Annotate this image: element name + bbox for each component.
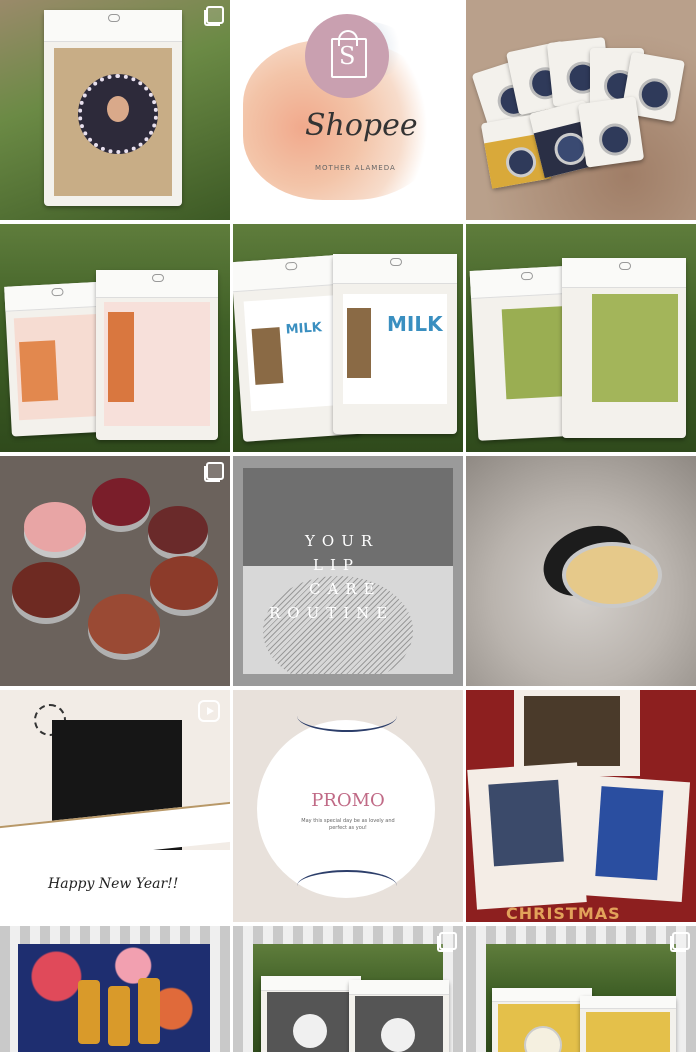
milk-label: MILK (285, 320, 323, 338)
multi-post-icon (437, 932, 457, 952)
shopee-subtitle: MOTHER ALAMEDA (315, 164, 396, 172)
post-tile-promo[interactable]: PROMO May this special day be as lovely … (233, 690, 463, 922)
post-tile-milk-powder[interactable]: MILK MILK (233, 224, 463, 452)
promo-body: May this special day be as lovely and pe… (301, 818, 395, 831)
milk-label: MILK (387, 312, 443, 336)
post-tile-balm-closeup[interactable] (466, 456, 696, 686)
post-tile-pink-powder[interactable] (0, 224, 230, 452)
profile-post-grid: S Shopee MOTHER ALAMEDA MILK MILK YOUR L… (0, 0, 696, 1052)
lip-care-line-4: ROUTINE (269, 604, 395, 622)
post-tile-lip-tins[interactable] (466, 0, 696, 220)
post-tile-shopee[interactable]: S Shopee MOTHER ALAMEDA (233, 0, 463, 220)
christmas-title: CHRISTMAS (506, 904, 621, 922)
multi-post-icon (670, 932, 690, 952)
post-tile-lip-care[interactable]: YOUR LIP CARE ROUTINE (233, 456, 463, 686)
lip-care-line-3: CARE (309, 580, 382, 598)
shopee-bag-icon: S (305, 14, 389, 98)
post-tile-lip-balms[interactable] (0, 456, 230, 686)
post-tile-new-year-reel[interactable]: Happy New Year!! (0, 690, 230, 922)
promo-title: PROMO (311, 790, 385, 811)
shopee-wordmark: Shopee (305, 108, 418, 143)
post-tile-sachet-gold[interactable] (0, 0, 230, 220)
post-tile-yellow-sachets[interactable] (466, 926, 696, 1052)
post-tile-green-powder[interactable] (466, 224, 696, 452)
multi-post-icon (204, 6, 224, 26)
new-year-greeting: Happy New Year!! (48, 876, 179, 892)
lip-care-line-2: LIP (313, 556, 360, 574)
product-logo (78, 74, 158, 154)
lip-care-line-1: YOUR (305, 532, 380, 550)
post-tile-floral-oils[interactable] (0, 926, 230, 1052)
multi-post-icon (204, 462, 224, 482)
product-pouch (44, 10, 182, 206)
post-tile-christmas[interactable]: CHRISTMAS (466, 690, 696, 922)
post-tile-dark-sachets[interactable] (233, 926, 463, 1052)
reel-icon (198, 700, 220, 722)
